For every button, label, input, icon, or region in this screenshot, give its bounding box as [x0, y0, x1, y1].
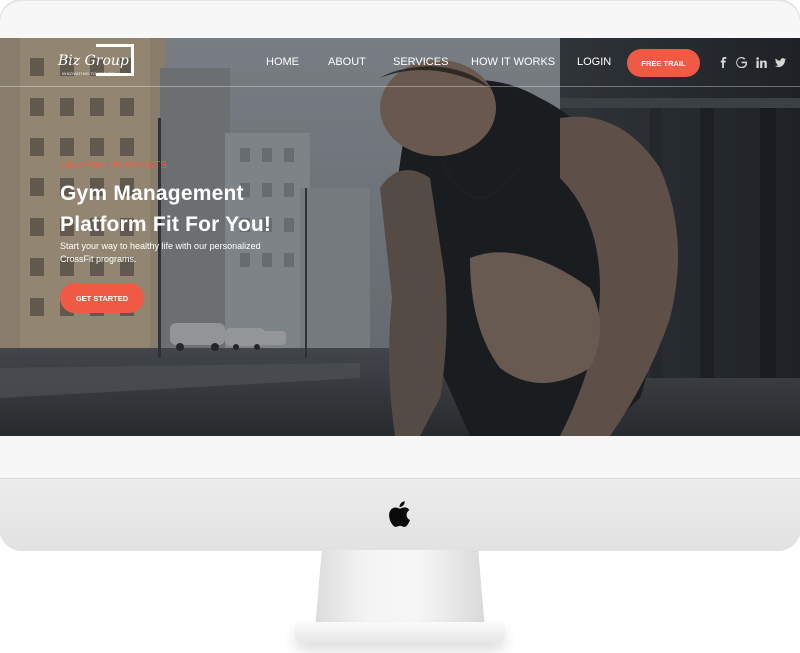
twitter-icon[interactable]	[775, 57, 786, 68]
linkedin-icon[interactable]	[756, 57, 767, 68]
nav-item-how-it-works[interactable]: HOW IT WORKS	[471, 56, 555, 68]
hero-headline-line-1: Gym Management	[60, 182, 244, 205]
nav-item-services[interactable]: SERVICES	[393, 56, 448, 68]
nav-item-home[interactable]: HOME	[266, 56, 299, 68]
nav-item-login[interactable]: LOGIN	[577, 56, 611, 68]
hero-headline-line-2: Platform Fit For You!	[60, 213, 272, 236]
monitor-foot	[295, 622, 505, 644]
top-navigation: Biz Group INNOVATING TOGETHER HOME ABOUT…	[0, 38, 800, 87]
facebook-icon[interactable]	[718, 57, 729, 68]
hero-headline: Gym Management Platform Fit For You!	[60, 178, 271, 240]
logo-tagline: INNOVATING TOGETHER	[62, 71, 116, 76]
google-icon[interactable]	[736, 57, 747, 68]
website-screen: Biz Group INNOVATING TOGETHER HOME ABOUT…	[0, 38, 800, 436]
apple-icon	[389, 501, 410, 527]
get-started-button[interactable]: GET STARTED	[60, 283, 144, 313]
imac-monitor: Biz Group INNOVATING TOGETHER HOME ABOUT…	[0, 0, 800, 551]
logo-name: Biz Group	[58, 53, 129, 69]
hero-subtext: Start your way to healthy life with our …	[60, 241, 261, 264]
free-trial-button[interactable]: FREE TRAIL	[627, 49, 700, 77]
biz-group-logo[interactable]: Biz Group INNOVATING TOGETHER	[58, 44, 138, 80]
monitor-stand	[315, 550, 485, 630]
nav-item-about[interactable]: ABOUT	[328, 56, 366, 68]
hero-kicker: CROSSFIT ELEMENTS	[60, 160, 168, 171]
